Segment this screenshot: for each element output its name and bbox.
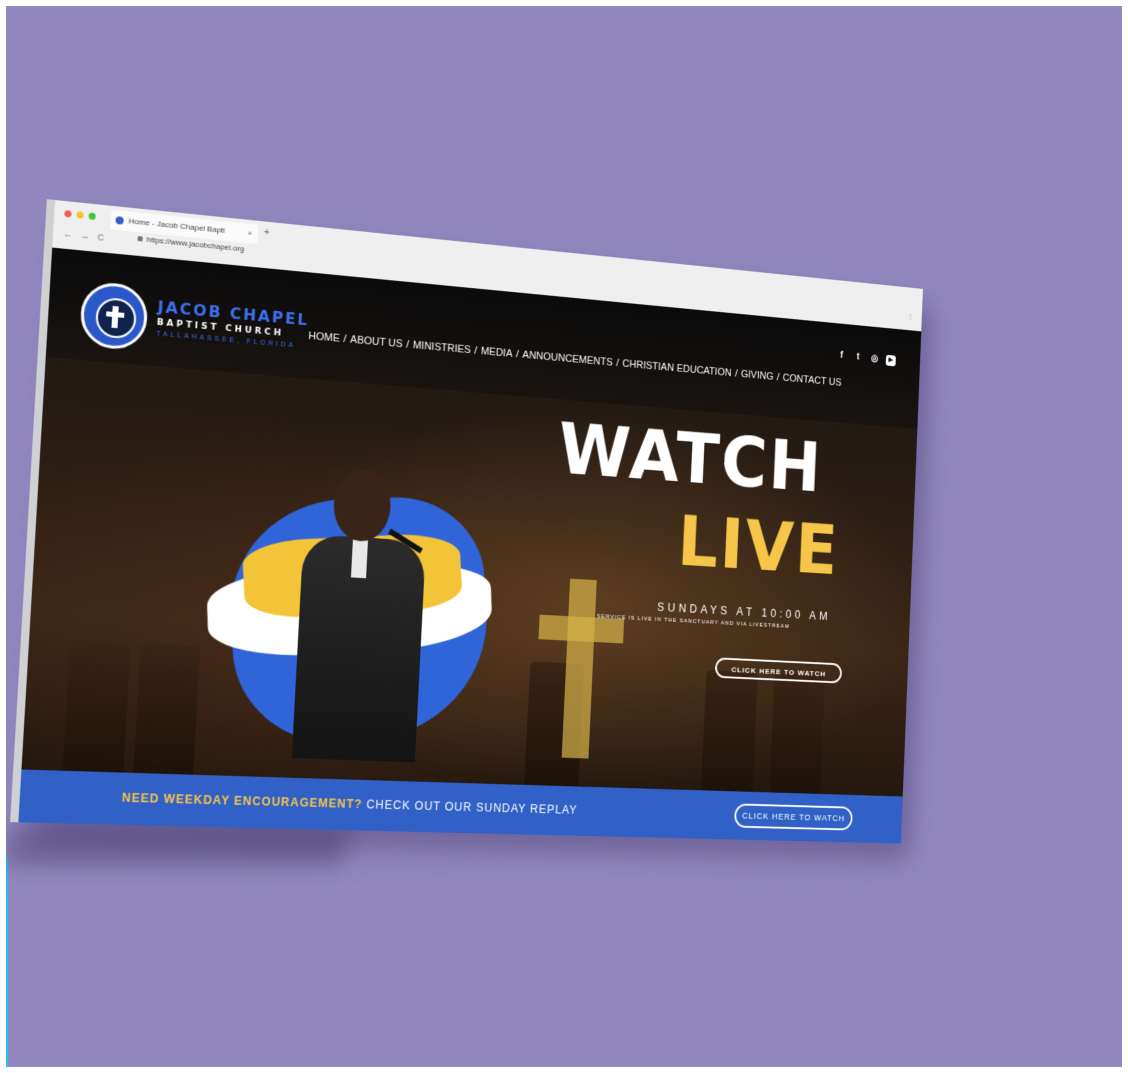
pew-image: [133, 643, 201, 775]
banner-text: NEED WEEKDAY ENCOURAGEMENT? CHECK OUT OU…: [122, 791, 578, 817]
logo-wordmark[interactable]: JACOB CHAPEL BAPTIST CHURCH TALLAHASSEE,…: [156, 297, 310, 350]
browser-actions: ⋮: [907, 312, 914, 321]
cross-icon: [106, 311, 125, 318]
nav-item-about-us[interactable]: ABOUT US: [348, 334, 405, 350]
twitter-icon[interactable]: t: [853, 352, 863, 364]
pastor-shirt: [350, 538, 369, 579]
pew-image: [769, 673, 826, 794]
close-window-icon[interactable]: [64, 209, 72, 218]
back-icon[interactable]: ←: [63, 229, 73, 240]
watch-replay-button[interactable]: CLICK HERE TO WATCH: [733, 803, 853, 831]
banner-rest: CHECK OUT OUR SUNDAY REPLAY: [366, 797, 578, 817]
tab-title: Home - Jacob Chapel Bapti: [128, 216, 226, 235]
nav-item-giving[interactable]: GIVING: [739, 369, 775, 383]
youtube-icon[interactable]: ▶: [885, 354, 896, 367]
minimize-window-icon[interactable]: [76, 211, 84, 219]
nav-item-announcements[interactable]: ANNOUNCEMENTS: [520, 349, 614, 368]
instagram-icon[interactable]: ◎: [869, 353, 879, 365]
nav-item-media[interactable]: MEDIA: [479, 345, 515, 360]
nav-item-home[interactable]: HOME: [306, 330, 342, 345]
nav-item-ministries[interactable]: MINISTRIES: [411, 339, 473, 356]
window-controls: [64, 209, 96, 221]
reload-icon[interactable]: C: [97, 232, 104, 242]
pew-image: [62, 639, 131, 773]
new-tab-button[interactable]: +: [264, 227, 270, 238]
browser-menu-icon[interactable]: ⋮: [907, 312, 914, 321]
favicon-icon: [115, 216, 124, 225]
nav-controls: ← → C: [63, 229, 104, 243]
tab-close-icon[interactable]: ×: [247, 224, 253, 244]
maximize-window-icon[interactable]: [88, 212, 96, 221]
banner-highlight: NEED WEEKDAY ENCOURAGEMENT?: [121, 790, 363, 812]
main-nav: HOME / ABOUT US / MINISTRIES / MEDIA / A…: [306, 330, 843, 388]
facebook-icon[interactable]: f: [836, 350, 846, 362]
pew-image: [701, 669, 758, 792]
hero-heading-live: LIVE: [675, 501, 841, 591]
social-links: f t ◎ ▶: [836, 350, 896, 367]
nav-item-contact-us[interactable]: CONTACT US: [781, 372, 843, 388]
browser-mockup: Home - Jacob Chapel Bapti × + ← → C http…: [10, 199, 923, 844]
nav-item-christian-education[interactable]: CHRISTIAN EDUCATION: [620, 358, 733, 379]
mockup-stage: Home - Jacob Chapel Bapti × + ← → C http…: [0, 0, 1128, 1073]
forward-icon[interactable]: →: [80, 230, 90, 241]
church-seal-logo[interactable]: [79, 280, 149, 352]
website-viewport: JACOB CHAPEL BAPTIST CHURCH TALLAHASSEE,…: [21, 247, 922, 797]
lock-icon: [137, 236, 143, 242]
seal-inner: [94, 296, 138, 340]
